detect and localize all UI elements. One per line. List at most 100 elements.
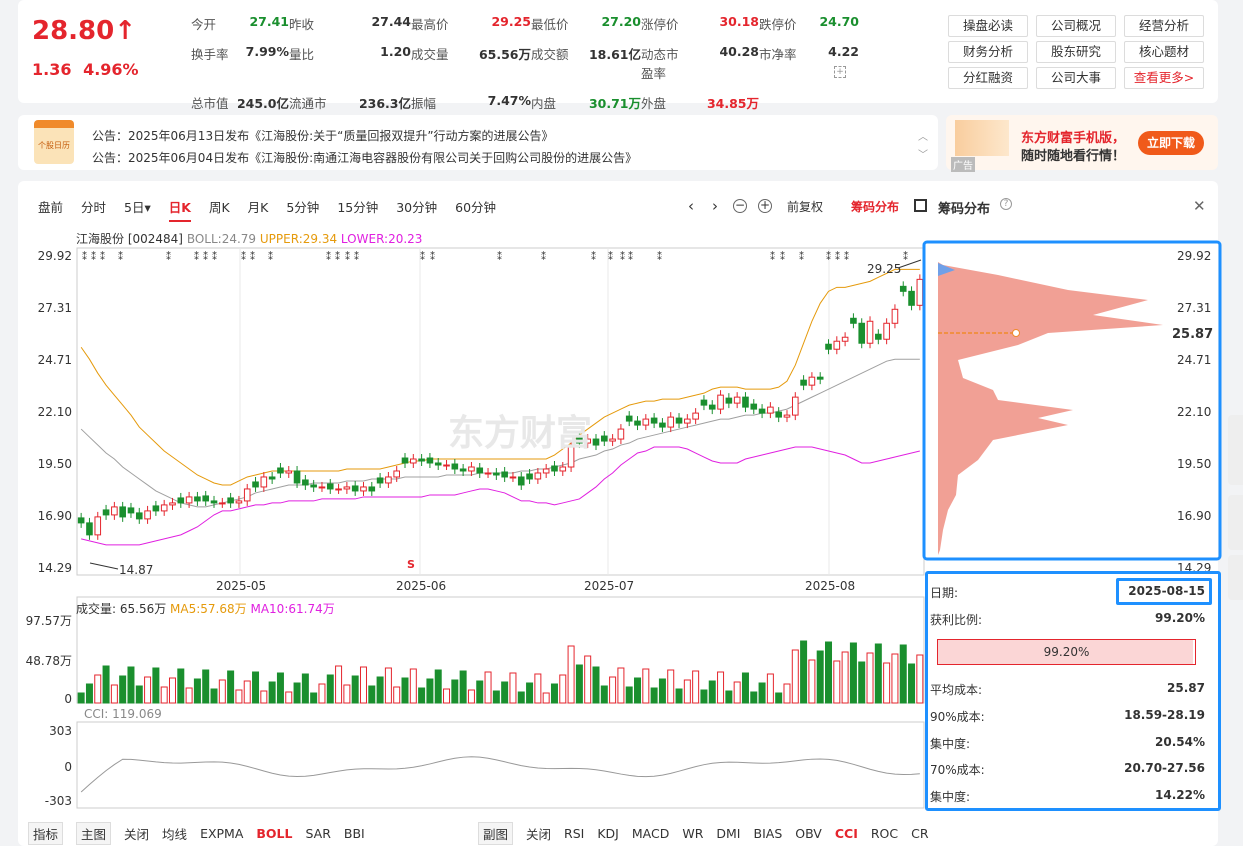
volume-bar	[526, 682, 534, 704]
candle	[700, 399, 708, 406]
candle	[684, 418, 691, 424]
candle	[667, 416, 675, 428]
volume-bar	[401, 677, 409, 704]
volume-bar	[110, 684, 118, 704]
volume-bar	[816, 650, 824, 704]
date-label: 日期:	[930, 586, 959, 600]
chart-watermark: 东方财富	[448, 413, 593, 454]
indicator-均线[interactable]: 均线	[162, 824, 187, 843]
indicator-sar[interactable]: SAR	[306, 826, 331, 841]
volume-bar	[476, 680, 484, 704]
indicator-cci[interactable]: CCI	[835, 826, 858, 841]
indicator-boll[interactable]: BOLL	[256, 826, 292, 841]
chips-distribution	[938, 262, 1163, 555]
indicator-kdj[interactable]: KDJ	[597, 826, 619, 841]
candle	[733, 396, 741, 404]
indicator-指标: 指标	[28, 822, 64, 845]
volume-bar	[775, 692, 783, 704]
candle	[169, 502, 176, 506]
chip-date-row: 日期: 2025-08-15	[930, 584, 1205, 601]
volume-legend: 成交量: 65.56万 MA5:57.68万 MA10:61.74万	[76, 600, 335, 617]
volume-bar	[634, 677, 642, 704]
event-marker: ⁑	[250, 250, 255, 263]
candle	[800, 379, 807, 386]
side-tab[interactable]	[1228, 555, 1243, 600]
volume-bar	[459, 670, 467, 704]
event-marker: ⁑	[241, 250, 246, 263]
candle	[850, 317, 857, 324]
side-tab[interactable]	[1228, 495, 1243, 550]
volume-bar	[617, 667, 625, 704]
volume-bar	[368, 685, 376, 704]
volume-bar	[542, 692, 550, 704]
volume-bar	[326, 674, 334, 704]
candle	[77, 517, 85, 524]
chip-info-row: 平均成本: 25.87	[930, 681, 1205, 698]
candle	[343, 486, 351, 490]
candle	[833, 340, 841, 350]
indicator-bias[interactable]: BIAS	[754, 826, 783, 841]
candle	[86, 522, 93, 536]
candle	[501, 471, 508, 478]
candle	[908, 290, 915, 306]
sell-marker[interactable]: S	[407, 558, 415, 571]
chips-avg-label: 25.87	[1172, 327, 1214, 342]
event-marker: ⁑	[844, 250, 849, 263]
volume-bar	[891, 653, 899, 704]
volume-bar	[351, 675, 359, 704]
volume-bar	[484, 671, 492, 704]
event-marker: ⁑	[657, 250, 662, 263]
indicator-主图[interactable]: 主图	[76, 822, 112, 845]
volume-bar	[600, 685, 608, 704]
high-pointer	[897, 259, 922, 269]
candle	[434, 462, 442, 466]
volume-tick: 48.78万	[25, 654, 72, 668]
chip-info-value: 14.22%	[1155, 788, 1205, 802]
indicator-expma[interactable]: EXPMA	[200, 826, 243, 841]
candle	[650, 417, 658, 424]
volume-tick: 97.57万	[25, 614, 72, 628]
volume-bar	[708, 680, 716, 704]
volume-bar	[692, 670, 700, 704]
candle	[659, 422, 666, 428]
indicator-关闭[interactable]: 关闭	[526, 824, 551, 843]
candle	[401, 457, 409, 464]
indicator-roc[interactable]: ROC	[871, 826, 898, 841]
candle	[152, 505, 160, 512]
indicator-关闭[interactable]: 关闭	[124, 824, 149, 843]
volume-bar	[584, 655, 592, 704]
volume-bar	[609, 676, 617, 704]
indicator-cr[interactable]: CR	[911, 826, 928, 841]
side-tab[interactable]	[1228, 415, 1243, 485]
indicator-wr[interactable]: WR	[682, 826, 703, 841]
candle	[916, 278, 924, 306]
volume-bar	[426, 678, 434, 704]
candle	[268, 476, 276, 480]
chip-info-row: 90%成本: 18.59-28.19	[930, 708, 1205, 725]
event-marker: ⁑	[203, 250, 208, 263]
volume-bar	[85, 683, 93, 704]
chip-info-row: 集中度: 20.54%	[930, 735, 1205, 752]
event-marker: ⁑	[628, 250, 633, 263]
indicator-dmi[interactable]: DMI	[716, 826, 740, 841]
candle	[326, 483, 334, 490]
candle	[219, 502, 226, 505]
ma5-value: MA5:57.68万	[170, 602, 247, 616]
candle	[376, 477, 384, 484]
volume-bar	[650, 687, 658, 704]
volume-bar	[800, 640, 808, 704]
indicator-bbi[interactable]: BBI	[344, 826, 365, 841]
indicator-macd[interactable]: MACD	[632, 826, 669, 841]
volume-value: 成交量: 65.56万	[76, 602, 167, 616]
indicator-rsi[interactable]: RSI	[564, 826, 584, 841]
candle	[534, 472, 542, 480]
indicator-obv[interactable]: OBV	[795, 826, 822, 841]
candle	[385, 476, 392, 484]
volume-bar	[268, 681, 276, 704]
volume-bar	[235, 689, 243, 704]
candle	[185, 496, 193, 504]
event-marker: ⁑	[194, 250, 199, 263]
volume-bar	[193, 678, 201, 704]
main-indicator-bar: 指标 主图 关闭 均线 EXPMA BOLL SAR BBI	[28, 822, 378, 845]
volume-bar	[102, 665, 110, 704]
